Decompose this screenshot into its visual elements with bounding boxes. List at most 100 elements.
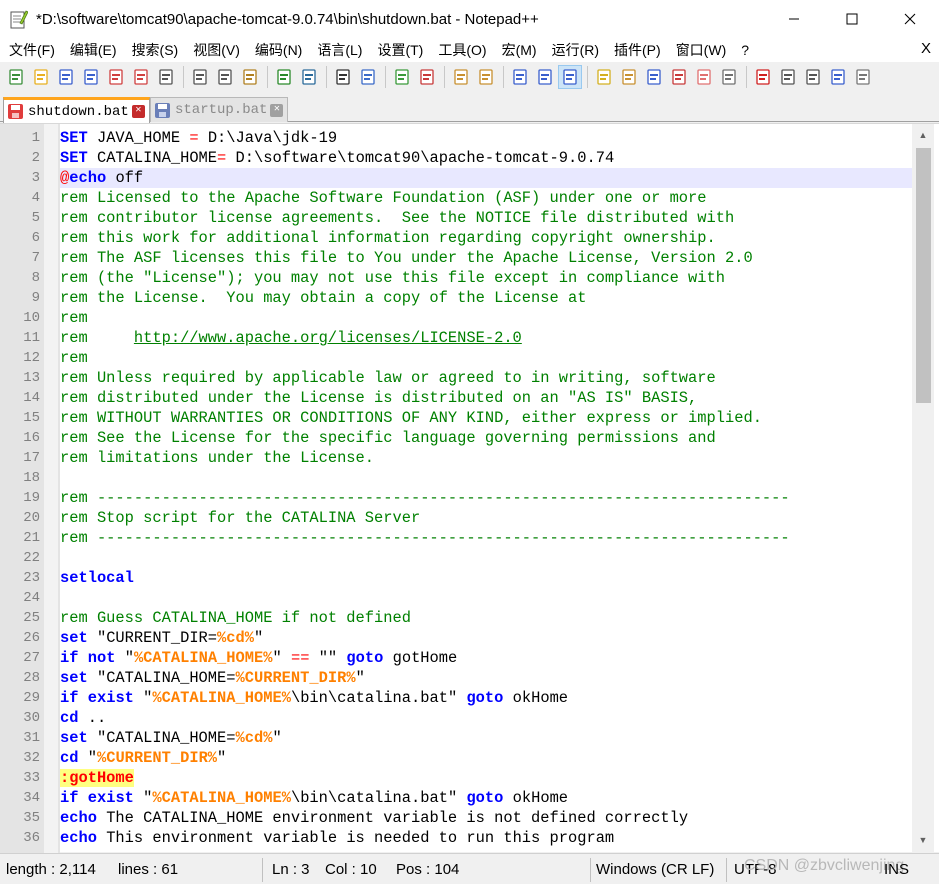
menu-item[interactable]: 文件(F) <box>0 40 61 60</box>
save-button[interactable] <box>54 65 78 89</box>
open-file-button[interactable] <box>29 65 53 89</box>
code-line[interactable]: rem ------------------------------------… <box>60 528 912 548</box>
folder-workspace-button[interactable] <box>692 65 716 89</box>
scroll-thumb[interactable] <box>916 148 931 403</box>
code-line[interactable]: rem Guess CATALINA_HOME if not defined <box>60 608 912 628</box>
menu-item[interactable]: 搜索(S) <box>123 40 185 60</box>
menu-item[interactable]: 设置(T) <box>368 40 429 60</box>
code-line[interactable]: rem Licensed to the Apache Software Foun… <box>60 188 912 208</box>
tab-startup-bat[interactable]: startup.bat ✕ <box>150 97 289 122</box>
run-macro-multiple-button[interactable] <box>826 65 850 89</box>
code-line[interactable]: rem See the License for the specific lan… <box>60 428 912 448</box>
code-line[interactable]: set "CATALINA_HOME=%cd%" <box>60 728 912 748</box>
doc-map-button[interactable] <box>617 65 641 89</box>
code-token: .. <box>78 709 107 727</box>
code-line[interactable]: rem contributor license agreements. See … <box>60 208 912 228</box>
menu-item[interactable]: 宏(M) <box>493 40 543 60</box>
menu-item[interactable]: 编码(N) <box>246 40 308 60</box>
play-macro-button[interactable] <box>801 65 825 89</box>
status-eol[interactable]: Windows (CR LF) <box>596 854 714 884</box>
save-macro-button[interactable] <box>851 65 875 89</box>
code-line[interactable]: @echo off <box>60 168 912 188</box>
tab-close-icon[interactable]: ✕ <box>270 103 284 117</box>
menu-item[interactable]: 窗口(W) <box>667 40 733 60</box>
copy-button[interactable] <box>213 65 237 89</box>
menu-item[interactable]: 插件(P) <box>605 40 667 60</box>
code-line[interactable]: cd "%CURRENT_DIR%" <box>60 748 912 768</box>
code-line[interactable]: rem http://www.apache.org/licenses/LICEN… <box>60 328 912 348</box>
code-line[interactable]: rem Unless required by applicable law or… <box>60 368 912 388</box>
stop-record-button[interactable] <box>776 65 800 89</box>
code-line[interactable]: rem (the "License"); you may not use thi… <box>60 268 912 288</box>
close-window-button[interactable] <box>881 0 939 38</box>
code-area[interactable]: SET JAVA_HOME = D:\Java\jdk-19 SET CATALI… <box>60 128 912 850</box>
code-line[interactable]: rem <box>60 348 912 368</box>
maximize-button[interactable] <box>823 0 881 38</box>
print-button[interactable] <box>154 65 178 89</box>
code-line[interactable]: set "CATALINA_HOME=%CURRENT_DIR%" <box>60 668 912 688</box>
scroll-down-icon[interactable]: ▼ <box>912 831 934 849</box>
fold-margin[interactable] <box>44 124 58 853</box>
code-line[interactable]: rem limitations under the License. <box>60 448 912 468</box>
tab-shutdown-bat[interactable]: shutdown.bat ✕ <box>3 97 150 123</box>
code-line[interactable]: if exist "%CATALINA_HOME%\bin\catalina.b… <box>60 788 912 808</box>
tab-close-icon[interactable]: ✕ <box>131 105 145 118</box>
doc-list-button[interactable] <box>667 65 691 89</box>
vertical-scrollbar[interactable]: ▲ ▼ <box>912 124 934 853</box>
monitor-button[interactable] <box>717 65 741 89</box>
undo-button[interactable] <box>272 65 296 89</box>
word-wrap-button[interactable] <box>508 65 532 89</box>
code-line[interactable] <box>60 548 912 568</box>
code-line[interactable]: if not "%CATALINA_HOME%" == "" goto gotH… <box>60 648 912 668</box>
sync-vertical-button[interactable] <box>449 65 473 89</box>
code-line[interactable]: rem the License. You may obtain a copy o… <box>60 288 912 308</box>
code-line[interactable]: if exist "%CATALINA_HOME%\bin\catalina.b… <box>60 688 912 708</box>
close-document-button[interactable]: X <box>921 40 931 57</box>
redo-button[interactable] <box>297 65 321 89</box>
editor[interactable]: 1 2 3 4 5 6 7 8 9 10 11 12 13 14 15 16 17 18 19 20 21 22 23 24 2… <box>0 123 939 853</box>
indent-guide-button[interactable] <box>558 65 582 89</box>
close-button[interactable] <box>104 65 128 89</box>
menu-item[interactable]: 工具(O) <box>429 40 492 60</box>
replace-button[interactable] <box>356 65 380 89</box>
code-line[interactable]: rem ------------------------------------… <box>60 488 912 508</box>
code-line[interactable] <box>60 588 912 608</box>
code-line[interactable]: rem WITHOUT WARRANTIES OR CONDITIONS OF … <box>60 408 912 428</box>
menu-item[interactable]: 运行(R) <box>543 40 605 60</box>
code-line[interactable]: rem <box>60 308 912 328</box>
code-line[interactable]: SET CATALINA_HOME= D:\software\tomcat90\… <box>60 148 912 168</box>
close-all-button[interactable] <box>129 65 153 89</box>
minimize-button[interactable] <box>765 0 823 38</box>
menu-item[interactable]: 视图(V) <box>184 40 246 60</box>
show-all-chars-button[interactable] <box>533 65 557 89</box>
code-line[interactable]: cd .. <box>60 708 912 728</box>
code-line[interactable]: set "CURRENT_DIR=%cd%" <box>60 628 912 648</box>
code-line[interactable]: rem The ASF licenses this file to You un… <box>60 248 912 268</box>
menu-item[interactable]: 语言(L) <box>308 40 368 60</box>
sync-horizontal-button[interactable] <box>474 65 498 89</box>
paste-button[interactable] <box>238 65 262 89</box>
code-line[interactable]: SET JAVA_HOME = D:\Java\jdk-19 <box>60 128 912 148</box>
menu-item[interactable]: ? <box>732 42 755 58</box>
language-button[interactable] <box>592 65 616 89</box>
code-line[interactable]: echo This environment variable is needed… <box>60 828 912 848</box>
code-line[interactable]: setlocal <box>60 568 912 588</box>
new-file-button[interactable] <box>4 65 28 89</box>
code-line[interactable] <box>60 468 912 488</box>
code-line[interactable]: rem distributed under the License is dis… <box>60 388 912 408</box>
code-token: if <box>60 689 79 707</box>
find-button[interactable] <box>331 65 355 89</box>
code-line[interactable]: echo The CATALINA_HOME environment varia… <box>60 808 912 828</box>
function-list-button[interactable] <box>642 65 666 89</box>
scroll-up-icon[interactable]: ▲ <box>912 126 934 144</box>
code-line[interactable]: :gotHome <box>60 768 912 788</box>
code-line[interactable]: rem Stop script for the CATALINA Server <box>60 508 912 528</box>
cut-button[interactable] <box>188 65 212 89</box>
zoom-in-button[interactable] <box>390 65 414 89</box>
record-macro-button[interactable] <box>751 65 775 89</box>
zoom-out-button[interactable] <box>415 65 439 89</box>
code-token: rem See the License for the specific lan… <box>60 429 716 447</box>
menu-item[interactable]: 编辑(E) <box>61 40 123 60</box>
save-all-button[interactable] <box>79 65 103 89</box>
code-line[interactable]: rem this work for additional information… <box>60 228 912 248</box>
